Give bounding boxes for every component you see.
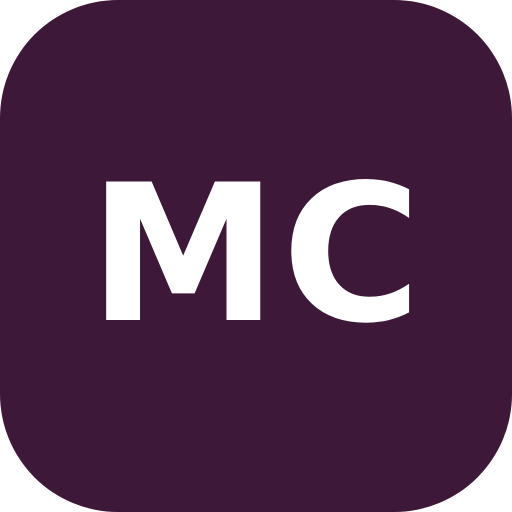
app-icon[interactable]: MC [0, 0, 512, 512]
monogram-text: MC [88, 144, 426, 365]
canvas: MC [0, 0, 512, 512]
